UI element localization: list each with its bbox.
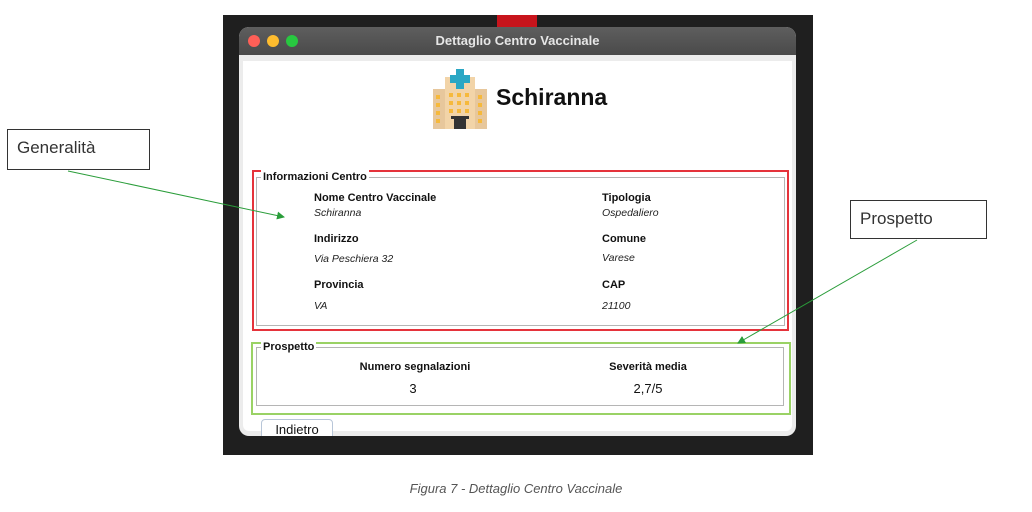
prospetto-arrow [737,239,918,344]
generalita-arrow [67,170,285,220]
figure-caption: Figura 7 - Dettaglio Centro Vaccinale [409,481,623,496]
annotation-arrows [67,170,918,344]
